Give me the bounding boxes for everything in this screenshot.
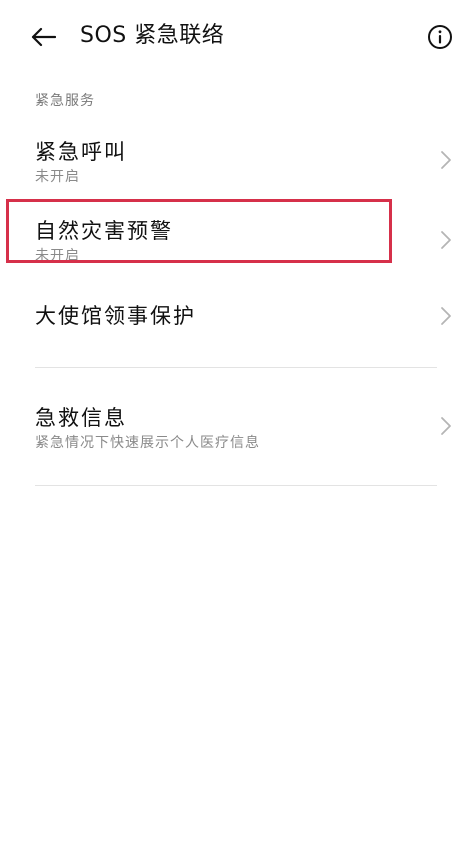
app-header: SOS 紧急联络: [0, 0, 471, 72]
section-label-emergency-services: 紧急服务: [35, 93, 95, 109]
item-subtitle: 未开启: [35, 169, 80, 185]
back-button[interactable]: [28, 22, 58, 52]
page-title: SOS 紧急联络: [80, 23, 225, 48]
arrow-left-icon: [31, 27, 56, 47]
list-item-embassy-consular-protection[interactable]: 大使馆领事保护: [0, 292, 471, 348]
highlight-box: [6, 199, 392, 263]
list-item-emergency-call[interactable]: 紧急呼叫 未开启: [0, 130, 471, 194]
info-icon: [428, 25, 452, 49]
item-title: 大使馆领事保护: [35, 304, 196, 328]
chevron-right-icon: [441, 231, 451, 249]
list-item-first-aid-info[interactable]: 急救信息 紧急情况下快速展示个人医疗信息: [0, 396, 471, 460]
divider: [35, 485, 437, 486]
chevron-right-icon: [441, 307, 451, 325]
chevron-right-icon: [441, 151, 451, 169]
divider: [35, 367, 437, 368]
chevron-right-icon: [441, 417, 451, 435]
item-title: 急救信息: [35, 406, 127, 430]
item-title: 紧急呼叫: [35, 140, 127, 164]
info-button[interactable]: [425, 22, 455, 52]
item-subtitle: 紧急情况下快速展示个人医疗信息: [35, 435, 260, 451]
